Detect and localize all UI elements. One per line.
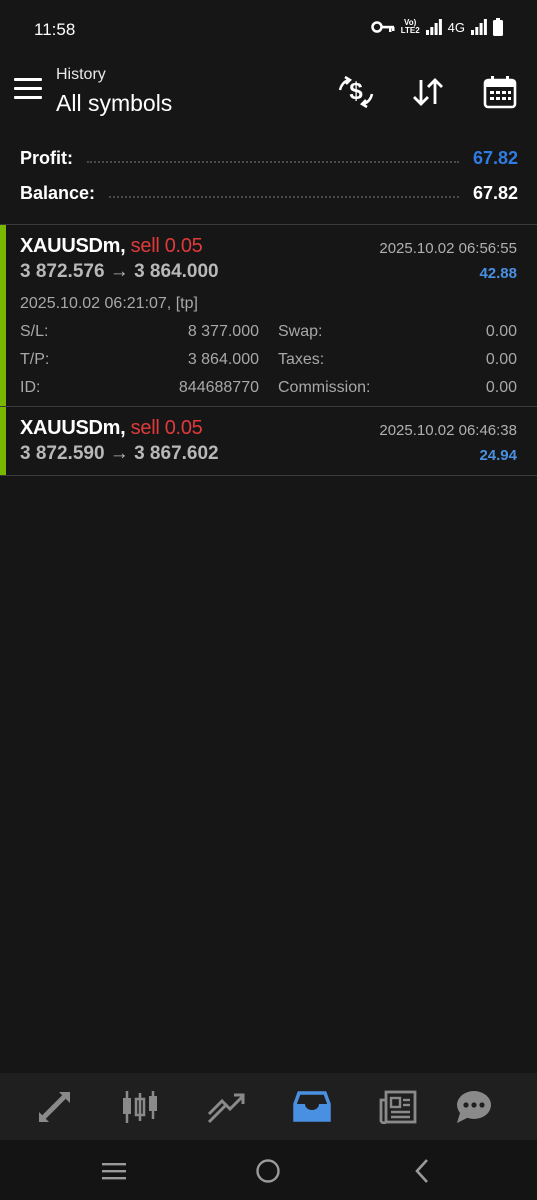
back-icon[interactable] — [402, 1154, 442, 1188]
deal-open-info: 2025.10.02 06:21:07, [tp] — [20, 295, 198, 312]
bottom-nav — [0, 1073, 537, 1140]
battery-icon — [493, 18, 503, 36]
swap-label: Swap: — [278, 323, 323, 340]
deal-type: sell 0.05 — [130, 235, 203, 257]
deal-symbol: XAUUSDm, sell 0.05 — [20, 235, 203, 258]
swap-value: 0.00 — [485, 323, 517, 340]
news-icon[interactable] — [376, 1087, 420, 1127]
quotes-icon[interactable] — [32, 1087, 76, 1127]
deal-item[interactable]: XAUUSDm, sell 0.05 2025.10.02 06:56:55 3… — [0, 225, 537, 406]
deal-prices: 3 872.576 → 3 864.000 — [20, 261, 219, 282]
id-value: 844688770 — [178, 379, 259, 396]
status-time: 11:58 — [34, 20, 76, 39]
chart-icon[interactable] — [118, 1087, 162, 1127]
volte-indicator: Vo) LTE2 — [400, 18, 420, 35]
history-icon[interactable] — [290, 1087, 334, 1127]
taxes-value: 0.00 — [485, 351, 517, 368]
deal-close-time: 2025.10.02 06:46:38 — [379, 422, 517, 439]
svg-text:$: $ — [349, 78, 363, 105]
status-bar: 11:58 Vo) LTE2 4G — [0, 0, 537, 60]
vpn-key-icon — [370, 21, 395, 33]
profit-row: Profit: 67.82 — [20, 143, 518, 173]
sl-value: 8 377.000 — [187, 323, 259, 340]
tp-label: T/P: — [20, 351, 50, 368]
system-nav — [0, 1140, 537, 1200]
dollar-exchange-icon[interactable]: $ — [334, 72, 378, 112]
app-header: History All symbols $ — [0, 60, 537, 130]
dotted-leader — [87, 161, 459, 163]
id-label: ID: — [20, 379, 41, 396]
dotted-leader — [109, 196, 459, 198]
page-title[interactable]: All symbols — [56, 90, 172, 117]
home-icon[interactable] — [248, 1154, 288, 1188]
deal-close-time: 2025.10.02 06:56:55 — [379, 240, 517, 257]
deal-prices: 3 872.590 → 3 867.602 — [20, 443, 219, 464]
status-icons: Vo) LTE2 4G — [370, 18, 503, 36]
calendar-icon[interactable] — [478, 72, 522, 112]
taxes-label: Taxes: — [278, 351, 325, 368]
deal-symbol-text: XAUUSDm, — [20, 417, 126, 439]
commission-value: 0.00 — [485, 379, 517, 396]
deal-profit: 42.88 — [479, 265, 517, 282]
network-type: 4G — [447, 19, 465, 35]
sl-label: S/L: — [20, 323, 49, 340]
trade-icon[interactable] — [204, 1087, 248, 1127]
recents-icon[interactable] — [94, 1154, 134, 1188]
menu-icon[interactable] — [14, 78, 42, 102]
messages-icon[interactable] — [452, 1087, 496, 1127]
deal-status-bar — [0, 407, 6, 475]
balance-label: Balance: — [20, 182, 96, 203]
header-subtitle: History — [56, 66, 106, 83]
signal-icon — [425, 19, 442, 35]
balance-value: 67.82 — [472, 182, 518, 203]
deal-symbol: XAUUSDm, sell 0.05 — [20, 417, 203, 440]
sort-icon[interactable] — [406, 72, 450, 112]
deal-status-bar — [0, 225, 6, 406]
profit-value: 67.82 — [472, 147, 518, 168]
divider — [0, 475, 537, 476]
deal-symbol-text: XAUUSDm, — [20, 235, 126, 257]
profit-label: Profit: — [20, 147, 73, 168]
signal-icon — [471, 19, 487, 35]
deal-type: sell 0.05 — [130, 417, 203, 439]
commission-label: Commission: — [278, 379, 371, 396]
deal-item[interactable]: XAUUSDm, sell 0.05 2025.10.02 06:46:38 3… — [0, 407, 537, 475]
tp-value: 3 864.000 — [187, 351, 259, 368]
deal-profit: 24.94 — [479, 447, 517, 464]
balance-row: Balance: 67.82 — [20, 178, 518, 208]
